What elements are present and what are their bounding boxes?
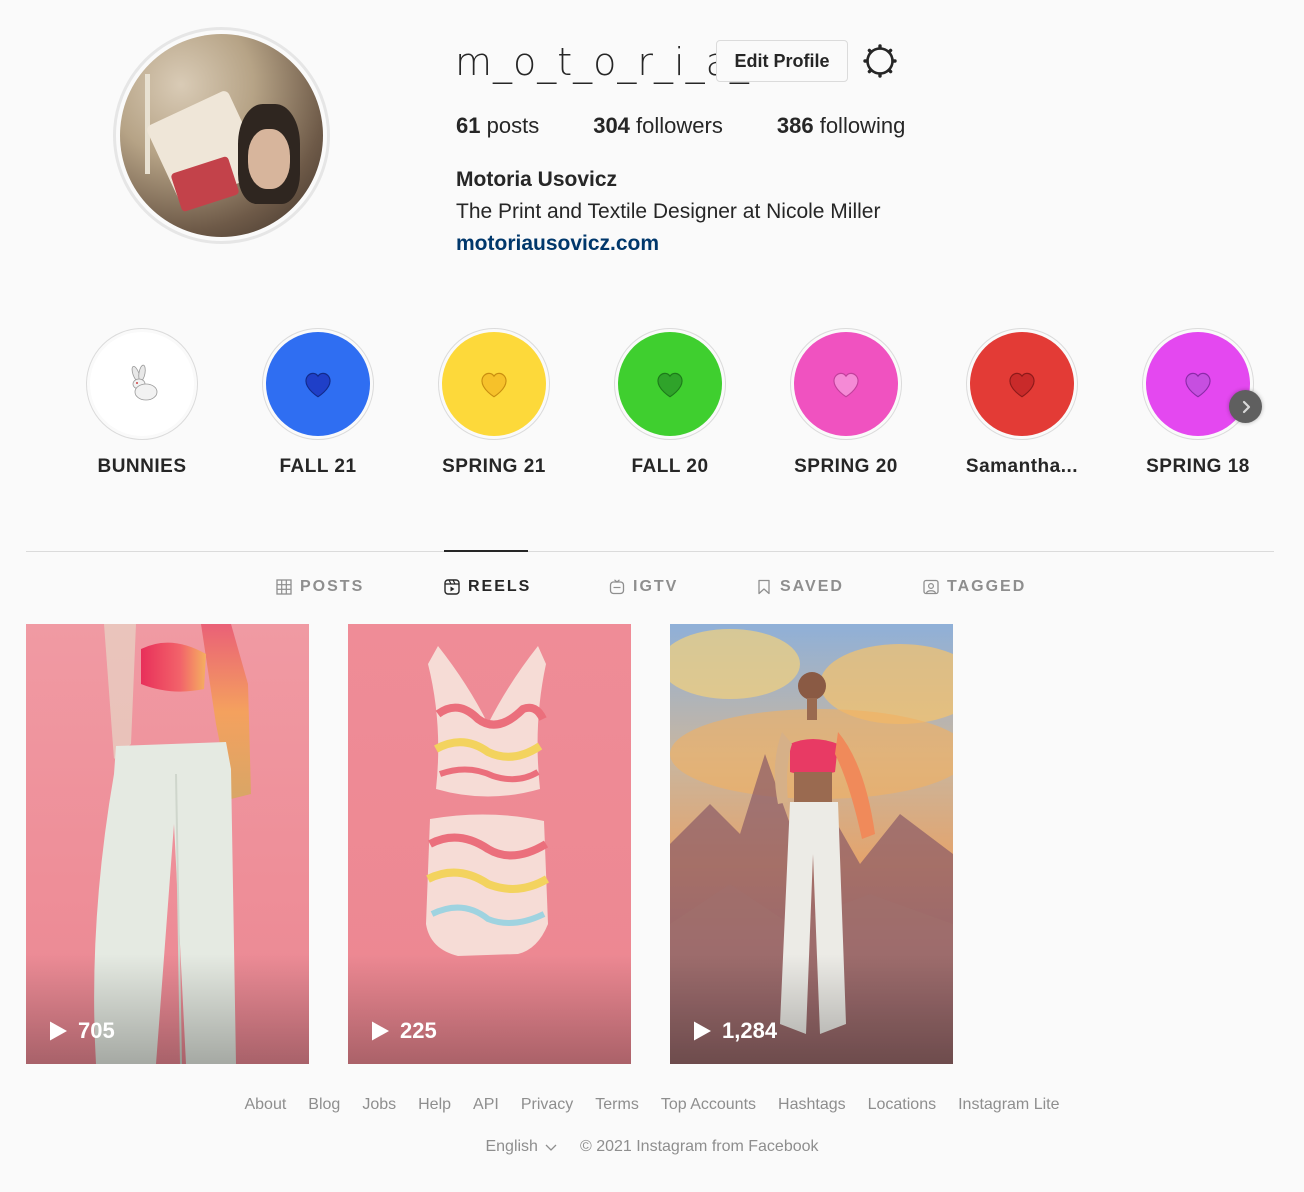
tab-reels[interactable]: REELS [444,578,531,596]
reel-shade [670,954,953,1064]
footer-link-instagram-lite[interactable]: Instagram Lite [958,1096,1059,1114]
highlight-label: BUNNIES [97,456,187,477]
footer-link-privacy[interactable]: Privacy [521,1096,573,1114]
profile-stats: 61 posts 304 followers 386 following [456,113,959,139]
highlight-label: SPRING 20 [794,456,898,477]
reel-shade [348,954,631,1064]
chevron-right-icon [1242,400,1250,413]
green-heart-icon [657,372,683,398]
tab-tagged[interactable]: TAGGED [923,578,1026,596]
tabs-divider [26,551,1274,552]
footer-links: About Blog Jobs Help API Privacy Terms T… [0,1096,1304,1114]
footer-link-api[interactable]: API [473,1096,499,1114]
full-name: Motoria Usovicz [456,168,618,191]
rabbit-icon [131,364,158,401]
play-icon [50,1021,67,1041]
purple-heart-icon [1185,372,1211,398]
highlight-label: FALL 21 [279,456,357,477]
igtv-icon [609,579,625,595]
highlight-fall-20[interactable]: FALL 20 [614,328,726,477]
website-link[interactable]: motoriausovicz.com [456,232,659,256]
chevron-down-icon [545,1144,557,1151]
highlight-bunnies[interactable]: BUNNIES [86,328,198,477]
reel-thumbnail[interactable]: 705 [26,624,309,1064]
language-select[interactable]: English [485,1138,557,1156]
highlight-spring-20[interactable]: SPRING 20 [790,328,902,477]
following-stat[interactable]: 386 following [777,113,905,139]
highlight-spring-18[interactable]: SPRING 18 [1142,328,1254,477]
tab-posts[interactable]: POSTS [276,578,364,596]
tag-user-icon [923,579,939,595]
footer-link-hashtags[interactable]: Hashtags [778,1096,846,1114]
reel-shade [26,954,309,1064]
highlight-label: FALL 20 [631,456,709,477]
reel-views: 225 [370,1018,437,1044]
footer-link-help[interactable]: Help [418,1096,451,1114]
bio-text: The Print and Textile Designer at Nicole… [456,200,881,223]
active-tab-indicator [444,550,528,552]
username: m_o_t_o_r_i_a_ [455,40,750,84]
footer-link-jobs[interactable]: Jobs [362,1096,396,1114]
play-icon [694,1021,711,1041]
posts-stat: 61 posts [456,113,540,138]
reel-thumbnail[interactable]: 225 [348,624,631,1064]
footer-link-blog[interactable]: Blog [308,1096,340,1114]
highlight-fall-21[interactable]: FALL 21 [262,328,374,477]
grid-icon [276,579,292,595]
red-heart-icon [1009,372,1035,398]
highlight-label: Samantha... [965,456,1079,477]
footer-link-locations[interactable]: Locations [868,1096,937,1114]
reel-views: 705 [48,1018,115,1044]
reel-thumbnail[interactable]: 1,284 [670,624,953,1064]
bookmark-icon [758,579,770,595]
avatar[interactable] [120,34,323,237]
highlight-samantha[interactable]: Samantha... [966,328,1078,477]
tab-saved[interactable]: SAVED [756,578,844,596]
followers-stat[interactable]: 304 followers [593,113,723,139]
tab-igtv[interactable]: IGTV [609,578,678,596]
highlight-label: SPRING 18 [1146,456,1250,477]
pink-heart-icon [833,372,859,398]
edit-profile-button[interactable]: Edit Profile [716,40,848,82]
footer-link-top-accounts[interactable]: Top Accounts [661,1096,756,1114]
footer-bottom: English © 2021 Instagram from Facebook [0,1138,1304,1156]
gear-icon[interactable] [862,43,898,79]
reel-views: 1,284 [692,1018,777,1044]
footer-link-about[interactable]: About [244,1096,286,1114]
play-icon [372,1021,389,1041]
yellow-heart-icon [481,372,507,398]
next-highlights-button[interactable] [1229,390,1262,423]
highlight-label: SPRING 21 [442,456,546,477]
reels-icon [444,579,460,595]
copyright: © 2021 Instagram from Facebook [579,1138,819,1155]
blue-heart-icon [305,372,331,398]
highlight-spring-21[interactable]: SPRING 21 [438,328,550,477]
footer-link-terms[interactable]: Terms [595,1096,639,1114]
